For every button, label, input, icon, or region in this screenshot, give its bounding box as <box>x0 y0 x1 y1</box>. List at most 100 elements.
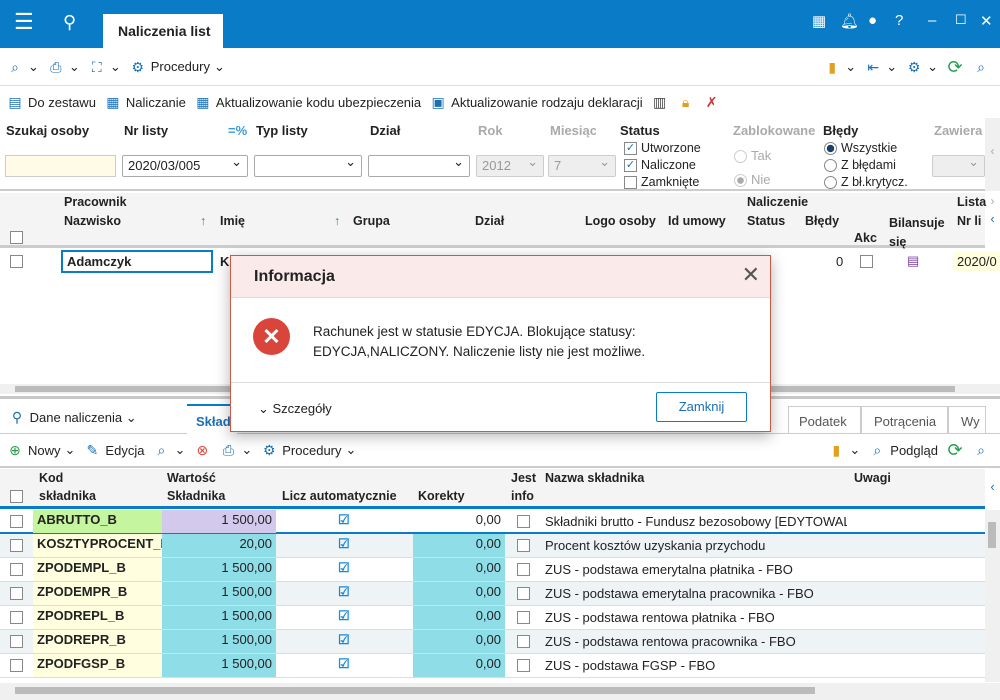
dane-naliczenia-dropdown[interactable]: ⚲ Dane naliczenia ⌄ <box>8 408 137 426</box>
tab-naliczenia-list[interactable]: Naliczenia list <box>103 14 223 48</box>
chart-dropdown[interactable]: ▮ ⌄ <box>823 58 856 76</box>
sort-asc-icon[interactable]: ↑ <box>330 212 344 230</box>
auto-checkbox[interactable]: ☑ <box>338 512 350 528</box>
info-checkbox[interactable] <box>517 659 530 672</box>
maximize-icon[interactable]: ☐ <box>955 12 967 28</box>
auto-checkbox[interactable]: ☑ <box>338 632 350 648</box>
dialog-close-icon[interactable]: ✕ <box>742 262 760 288</box>
bledy-z-bledami[interactable]: Z błędami <box>824 157 908 174</box>
search-icon[interactable]: ⚲ <box>63 12 76 33</box>
search-list-button[interactable]: ⌕ <box>972 58 990 76</box>
podglad-button[interactable]: ⌕ Podgląd <box>868 441 938 459</box>
auto-checkbox[interactable]: ☑ <box>338 560 350 576</box>
bledy-krytyczne[interactable]: Z bł.krytycz. <box>824 174 908 191</box>
typ-listy-select[interactable] <box>254 154 362 177</box>
table-row[interactable]: ZPODREPL_B 1 500,00 ☑ 0,00 ZUS - podstawa re… <box>0 606 985 630</box>
szukaj-input[interactable] <box>5 155 116 177</box>
tab-potracenia[interactable]: Potrącenia <box>861 406 948 434</box>
search-list-button-2[interactable]: ⌕ <box>972 441 990 459</box>
user-icon[interactable]: ● <box>868 12 877 29</box>
aktualizowanie-rodzaju-button[interactable]: ▣ Aktualizowanie rodzaju deklaracji <box>429 93 643 111</box>
table-row[interactable]: ZPODREPR_B 1 500,00 ☑ 0,00 ZUS - podstawa re… <box>0 630 985 654</box>
col-grupa[interactable]: Grupa <box>349 212 394 230</box>
tab-podatek[interactable]: Podatek <box>788 406 861 434</box>
terminal-icon[interactable]: ▥ <box>651 93 669 111</box>
do-zestawu-button[interactable]: ▤ Do zestawu <box>6 93 96 111</box>
auto-checkbox[interactable]: ☑ <box>338 656 350 672</box>
preview-dropdown-2[interactable]: ⌕ ⌄ <box>152 441 186 459</box>
select-all-checkbox[interactable] <box>10 231 23 244</box>
cell-wartosc[interactable]: 1 500,00 <box>162 630 276 653</box>
details-toggle[interactable]: ⌄ Szczegóły <box>258 401 332 417</box>
edycja-button[interactable]: ✎ Edycja <box>83 441 145 459</box>
select-all-checkbox-2[interactable] <box>10 490 23 503</box>
expand-columns-icon[interactable]: ‹ <box>985 193 1000 248</box>
grid2-vscroll[interactable] <box>985 510 1000 682</box>
delete-document-icon[interactable]: ✗ <box>703 93 721 111</box>
cell-wartosc[interactable]: 1 500,00 <box>162 510 276 533</box>
col-nazwa[interactable]: Nazwa składnika <box>541 469 648 487</box>
cell-korekty[interactable]: 0,00 <box>413 582 505 605</box>
menu-icon[interactable]: ☰ <box>14 9 34 35</box>
cell-wartosc[interactable]: 1 500,00 <box>162 654 276 677</box>
cell-korekty[interactable]: 0,00 <box>413 630 505 653</box>
table-row[interactable]: ABRUTTO_B 1 500,00 ☑ 0,00 Składniki brutto -… <box>0 510 985 534</box>
col-bilansuje[interactable]: Bilansuje się <box>885 212 947 254</box>
auto-checkbox[interactable]: ☑ <box>338 584 350 600</box>
info-checkbox[interactable] <box>517 635 530 648</box>
row-checkbox[interactable] <box>10 659 23 672</box>
col-status[interactable]: Status <box>743 212 789 230</box>
close-window-icon[interactable]: ✕ <box>980 12 993 30</box>
preview-dropdown[interactable]: ⌕ ⌄ <box>6 58 39 76</box>
expand-columns-icon-2[interactable]: ‹ <box>985 469 1000 509</box>
settings-dropdown[interactable]: ⚙ ⌄ <box>905 58 938 76</box>
match-mode-toggle[interactable]: =% <box>228 123 247 138</box>
refresh-button-2[interactable]: ⟳ <box>946 441 964 459</box>
info-checkbox[interactable] <box>517 539 530 552</box>
scroll-thumb[interactable] <box>988 522 996 548</box>
filter-dropdown[interactable]: ⛶ ⌄ <box>88 58 121 76</box>
status-utworzone[interactable]: ✓ Utworzone <box>624 140 701 157</box>
minimize-icon[interactable]: – <box>928 12 936 29</box>
sort-asc-icon[interactable]: ↑ <box>196 212 210 230</box>
zamknij-button[interactable]: Zamknij <box>656 392 747 422</box>
cell-nazwisko[interactable]: Adamczyk <box>61 250 213 273</box>
col-licz-automatycznie[interactable]: Licz automatycznie <box>278 487 401 505</box>
status-naliczone[interactable]: ✓ Naliczone <box>624 157 701 174</box>
status-zamkniete[interactable]: Zamknięte <box>624 174 701 191</box>
delete-button[interactable]: ⊗ <box>193 441 211 459</box>
procedury-dropdown[interactable]: ⚙ Procedury ⌄ <box>129 58 224 76</box>
col-logo[interactable]: Logo osoby <box>581 212 660 230</box>
cell-korekty[interactable]: 0,00 <box>413 606 505 629</box>
col-imie[interactable]: Imię <box>216 212 249 230</box>
akc-checkbox[interactable] <box>860 255 873 268</box>
cell-wartosc[interactable]: 1 500,00 <box>162 606 276 629</box>
tab-more[interactable]: Wy <box>948 406 986 434</box>
filter-scroll[interactable]: ‹ › <box>985 118 1000 208</box>
help-icon[interactable]: ? <box>895 12 903 29</box>
row-checkbox[interactable] <box>10 515 23 528</box>
row-checkbox[interactable] <box>10 539 23 552</box>
col-skladnika[interactable]: Składnika <box>163 487 229 505</box>
cell-korekty[interactable]: 0,00 <box>413 510 505 533</box>
col-kod[interactable]: Kod <box>35 469 67 487</box>
chart-dropdown-2[interactable]: ▮ ⌄ <box>827 441 861 459</box>
grid2-hscroll[interactable] <box>0 683 1000 700</box>
procedury-dropdown-2[interactable]: ⚙ Procedury ⌄ <box>260 441 356 459</box>
cell-wartosc[interactable]: 1 500,00 <box>162 582 276 605</box>
cell-korekty[interactable]: 0,00 <box>413 558 505 581</box>
nowy-button[interactable]: ⊕ Nowy ⌄ <box>6 441 75 459</box>
cell-wartosc[interactable]: 1 500,00 <box>162 558 276 581</box>
col-uwagi[interactable]: Uwagi <box>850 469 895 487</box>
info-checkbox[interactable] <box>517 587 530 600</box>
col-akc[interactable]: Akc <box>850 229 881 247</box>
col-id-umowy[interactable]: Id umowy <box>664 212 730 230</box>
col-bledy[interactable]: Błędy <box>801 212 843 230</box>
bell-icon[interactable]: 🔔︎ <box>840 12 859 30</box>
col-jest-info[interactable]: Jest <box>507 469 540 487</box>
table-row[interactable]: ZPODEMPR_B 1 500,00 ☑ 0,00 ZUS - podstawa em… <box>0 582 985 606</box>
row-checkbox[interactable] <box>10 635 23 648</box>
row-checkbox[interactable] <box>10 587 23 600</box>
table-row[interactable]: ZPODFGSP_B 1 500,00 ☑ 0,00 ZUS - podstawa FG… <box>0 654 985 678</box>
dzial-select[interactable] <box>368 154 470 177</box>
